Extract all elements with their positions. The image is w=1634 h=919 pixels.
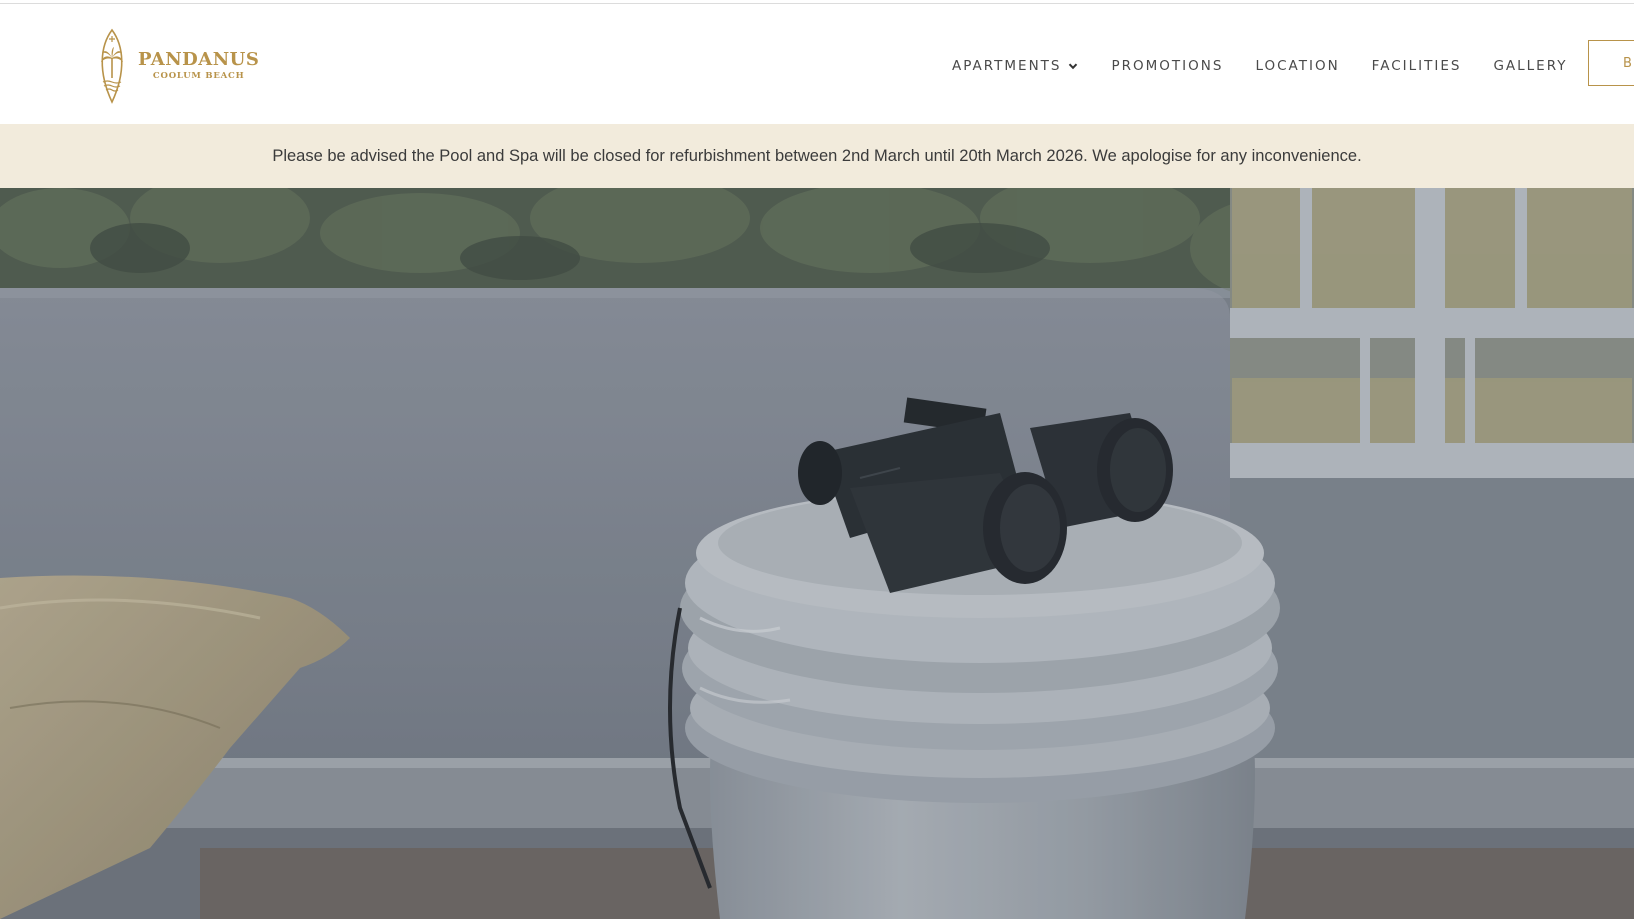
brand-logo[interactable]: PANDANUS COOLUM BEACH bbox=[94, 26, 259, 106]
nav-item-facilities[interactable]: FACILITIES bbox=[1372, 58, 1462, 74]
brand-tagline: COOLUM BEACH bbox=[152, 71, 245, 81]
brand-name: PANDANUS bbox=[138, 49, 260, 70]
notice-banner: Please be advised the Pool and Spa will … bbox=[0, 124, 1634, 188]
nav-item-label: FACILITIES bbox=[1371, 58, 1462, 74]
nav-item-apartments[interactable]: APARTMENTS bbox=[952, 58, 1079, 74]
nav-item-gallery[interactable]: GALLERY bbox=[1493, 58, 1567, 74]
palm-leaf-logo-icon bbox=[101, 28, 123, 104]
hero-image bbox=[0, 188, 1634, 919]
nav-item-label: APARTMENTS bbox=[952, 58, 1062, 74]
site-header: PANDANUS COOLUM BEACH APARTMENTS PROMOTI… bbox=[0, 4, 1634, 124]
nav-item-label: LOCATION bbox=[1255, 58, 1340, 74]
book-now-button[interactable]: B bbox=[1588, 40, 1634, 86]
notice-text: Please be advised the Pool and Spa will … bbox=[272, 146, 1362, 165]
book-button-label: B bbox=[1623, 55, 1634, 71]
chevron-down-icon bbox=[1069, 63, 1078, 70]
main-nav: APARTMENTS PROMOTIONS LOCATION FACILITIE… bbox=[952, 55, 1567, 77]
nav-item-label: PROMOTIONS bbox=[1111, 58, 1224, 74]
hero-photo-binoculars-on-stool bbox=[0, 188, 1634, 919]
nav-item-promotions[interactable]: PROMOTIONS bbox=[1111, 58, 1223, 74]
nav-item-label: GALLERY bbox=[1493, 58, 1568, 74]
nav-item-location[interactable]: LOCATION bbox=[1255, 58, 1339, 74]
